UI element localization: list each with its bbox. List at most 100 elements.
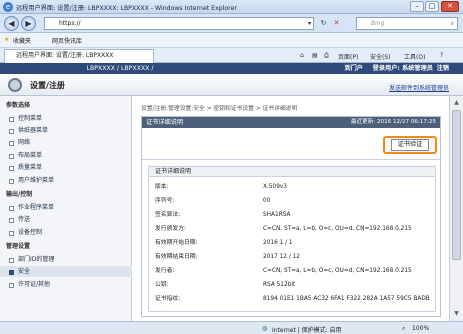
device-header: LBPXXXX / LBPXXXX / 到门户 登录用户: 系统管理员 注销 bbox=[0, 63, 463, 74]
last-updated: 最近更新: 2016 12/27 06:17:25 bbox=[350, 119, 436, 125]
title-bar: e 远程用户界面: 设置/注册: LBPXXXX: LBPXXXX - Wind… bbox=[0, 0, 463, 14]
details-box: 证书详细说明 版本: X.509v3 序列号: 00 签名算法: SHA1RSA 发行… bbox=[148, 166, 436, 312]
detail-value: SHA1RSA bbox=[263, 212, 291, 218]
stop-icon[interactable]: ✕ bbox=[331, 17, 342, 30]
scroll-up-icon[interactable]: ▲ bbox=[452, 98, 461, 107]
home-icon[interactable]: ⌂ bbox=[300, 52, 304, 59]
certificate-panel: 证书详细说明 最近更新: 2016 12/27 06:17:25 证书验证 证书… bbox=[141, 116, 441, 317]
chevron-down-icon[interactable]: ▾ bbox=[308, 18, 311, 30]
detail-value: C=CN, ST=a, L=b, O=c, OU=d, CN=192.168.0… bbox=[263, 268, 412, 274]
detail-key: 有效期开始日期: bbox=[155, 240, 198, 246]
page-content: LBPXXXX / LBPXXXX / 到门户 登录用户: 系统管理员 注销 设… bbox=[0, 63, 463, 321]
detail-row: 证书指纹: 8194 01E1 1BA5 AC32 6FA1 F322 282A … bbox=[155, 294, 435, 304]
sidebar-item-network[interactable]: 网络 bbox=[9, 137, 150, 148]
details-title: 证书详细说明 bbox=[149, 167, 435, 177]
print-icon[interactable]: ⎙ bbox=[324, 52, 329, 60]
detail-value: 8194 01E1 1BA5 AC32 6FA1 F322 282A 1A57 … bbox=[263, 296, 430, 302]
tools-menu[interactable]: 工具(O) bbox=[404, 52, 425, 61]
verify-certificate-button[interactable]: 证书验证 bbox=[390, 139, 430, 151]
close-button[interactable]: ✕ bbox=[441, 1, 459, 12]
detail-value: 2017 12 / 12 bbox=[263, 254, 300, 260]
detail-key: 序列号: bbox=[155, 198, 175, 204]
sidebar-item-paper-source[interactable]: 供纸器菜单 bbox=[9, 125, 150, 136]
divider bbox=[142, 159, 440, 160]
device-name: LBPXXXX / LBPXXXX / bbox=[86, 65, 154, 72]
sidebar-group-output: 输出/控制 bbox=[6, 191, 33, 198]
sidebar-item-layout[interactable]: 布局菜单 bbox=[9, 150, 150, 161]
detail-row: 序列号: 00 bbox=[155, 196, 435, 206]
back-button[interactable]: ◀ bbox=[4, 16, 19, 31]
detail-row: 发行者: C=CN, ST=a, L=b, O=c, OU=d, CN=192.1… bbox=[155, 266, 435, 276]
detail-value: 2016 1 / 1 bbox=[263, 240, 293, 246]
gear-icon bbox=[8, 78, 22, 92]
sidebar-item-device-control[interactable]: 设备控制 bbox=[9, 227, 150, 238]
search-input[interactable]: Bing ⌕ bbox=[356, 17, 458, 30]
mail-admin-link[interactable]: 发送邮件到系统管理员 bbox=[389, 83, 449, 92]
feeds-icon[interactable]: ▤ bbox=[312, 52, 318, 59]
detail-row: 公钥: RSA 512bit bbox=[155, 280, 435, 290]
search-placeholder: Bing bbox=[371, 20, 385, 27]
detail-row: 有效期开始日期: 2016 1 / 1 bbox=[155, 238, 435, 248]
detail-key: 签名算法: bbox=[155, 212, 181, 218]
detail-key: 有效期结束日期: bbox=[155, 254, 198, 260]
zoom-level[interactable]: 100% bbox=[412, 325, 429, 332]
scroll-down-icon[interactable]: ▼ bbox=[452, 309, 461, 318]
scrollbar-thumb[interactable] bbox=[452, 110, 461, 260]
address-toolbar: ◀ ▶ https:// ▾ ↻ ✕ Bing ⌕ bbox=[0, 14, 463, 33]
status-bar: ◍ Internet | 保护模式: 启用 ⌕ 100% bbox=[0, 321, 463, 334]
detail-key: 公钥: bbox=[155, 282, 169, 288]
detail-key: 版本: bbox=[155, 184, 169, 190]
panel-title: 证书详细说明 bbox=[146, 119, 184, 126]
page-menu[interactable]: 页面(P) bbox=[338, 52, 358, 61]
detail-key: 发行者: bbox=[155, 268, 175, 274]
security-zone: Internet | 保护模式: 启用 bbox=[272, 327, 342, 334]
sidebar-group-management: 管理设置 bbox=[6, 243, 31, 250]
safety-menu[interactable]: 安全(S) bbox=[370, 52, 391, 61]
verify-certificate-highlight: 证书验证 bbox=[383, 136, 437, 154]
refresh-icon[interactable]: ↻ bbox=[318, 17, 329, 30]
detail-row: 版本: X.509v3 bbox=[155, 182, 435, 192]
detail-value: C=CN, ST=a, L=b, O=c, OU=d, CN=192.168.0… bbox=[263, 226, 412, 232]
sidebar-item-license[interactable]: 许可证/其他 bbox=[9, 279, 150, 290]
detail-value: X.509v3 bbox=[263, 184, 287, 190]
settings-header: 设置/注册 发送邮件到系统管理员 bbox=[0, 74, 463, 96]
sidebar-group-preferences: 参数选择 bbox=[6, 102, 31, 109]
main-content: 设置/注册:管理设置:安全 > 密钥和证书设置 > 证书详细说明 证书详细说明 … bbox=[133, 96, 447, 321]
window-title: 远程用户界面: 设置/注册: LBPXXXX: LBPXXXX - Window… bbox=[16, 5, 237, 12]
detail-key: 证书指纹: bbox=[155, 296, 181, 302]
breadcrumb: 设置/注册:管理设置:安全 > 密钥和证书设置 > 证书详细说明 bbox=[141, 106, 298, 112]
web-slice-gallery-link[interactable]: 网页快讯库 bbox=[52, 36, 82, 45]
minimize-button[interactable]: – bbox=[410, 1, 424, 12]
detail-row: 签名算法: SHA1RSA bbox=[155, 210, 435, 220]
sidebar-item-job-program[interactable]: 作业程序菜单 bbox=[9, 202, 150, 213]
ie-logo-icon: e bbox=[3, 2, 13, 12]
sidebar-item-control[interactable]: 控制菜单 bbox=[9, 113, 150, 124]
sidebar-item-security[interactable]: 安全 bbox=[0, 266, 132, 277]
detail-key: 发行颁发方: bbox=[155, 226, 186, 232]
page-title: 设置/注册 bbox=[30, 81, 65, 90]
sidebar-item-user-maintenance[interactable]: 用户维护菜单 bbox=[9, 175, 150, 186]
favorites-button[interactable]: 收藏夹 bbox=[13, 36, 31, 45]
maximize-button[interactable]: □ bbox=[425, 1, 439, 12]
detail-value: RSA 512bit bbox=[263, 282, 296, 288]
address-field[interactable]: https:// ▾ bbox=[44, 17, 314, 30]
help-menu[interactable]: ? bbox=[440, 52, 443, 59]
detail-row: 发行颁发方: C=CN, ST=a, L=b, O=c, OU=d, CN=192… bbox=[155, 224, 435, 234]
portal-link[interactable]: 到门户 bbox=[344, 63, 363, 74]
panel-header: 证书详细说明 最近更新: 2016 12/27 06:17:25 bbox=[142, 117, 440, 128]
forward-button[interactable]: ▶ bbox=[21, 16, 36, 31]
search-icon[interactable]: ⌕ bbox=[451, 18, 454, 30]
vertical-scrollbar[interactable]: ▲ ▼ bbox=[449, 96, 463, 321]
tab-bar: 远程用户界面: 设置/注册: LBPXXXX ⌂ ▤ ⎙ 页面(P) 安全(S)… bbox=[0, 48, 463, 63]
tab-remote-ui[interactable]: 远程用户界面: 设置/注册: LBPXXXX bbox=[4, 49, 154, 63]
logout-link[interactable]: 注销 bbox=[437, 63, 449, 74]
sidebar-item-quality[interactable]: 质量菜单 bbox=[9, 162, 150, 173]
detail-row: 有效期结束日期: 2017 12 / 12 bbox=[155, 252, 435, 262]
logged-in-user: 登录用户: 系统管理员 bbox=[372, 65, 433, 72]
sidebar-item-department-id[interactable]: 部门ID的管理 bbox=[9, 254, 150, 265]
sidebar: 参数选择 控制菜单 供纸器菜单 网络 布局菜单 质量菜单 用户维护菜单 输出/控… bbox=[0, 96, 132, 321]
sidebar-item-transfer[interactable]: 传送 bbox=[9, 214, 150, 225]
zoom-icon: ⌕ bbox=[402, 325, 406, 332]
globe-icon: ◍ bbox=[262, 325, 268, 332]
address-url: https:// bbox=[59, 20, 81, 27]
